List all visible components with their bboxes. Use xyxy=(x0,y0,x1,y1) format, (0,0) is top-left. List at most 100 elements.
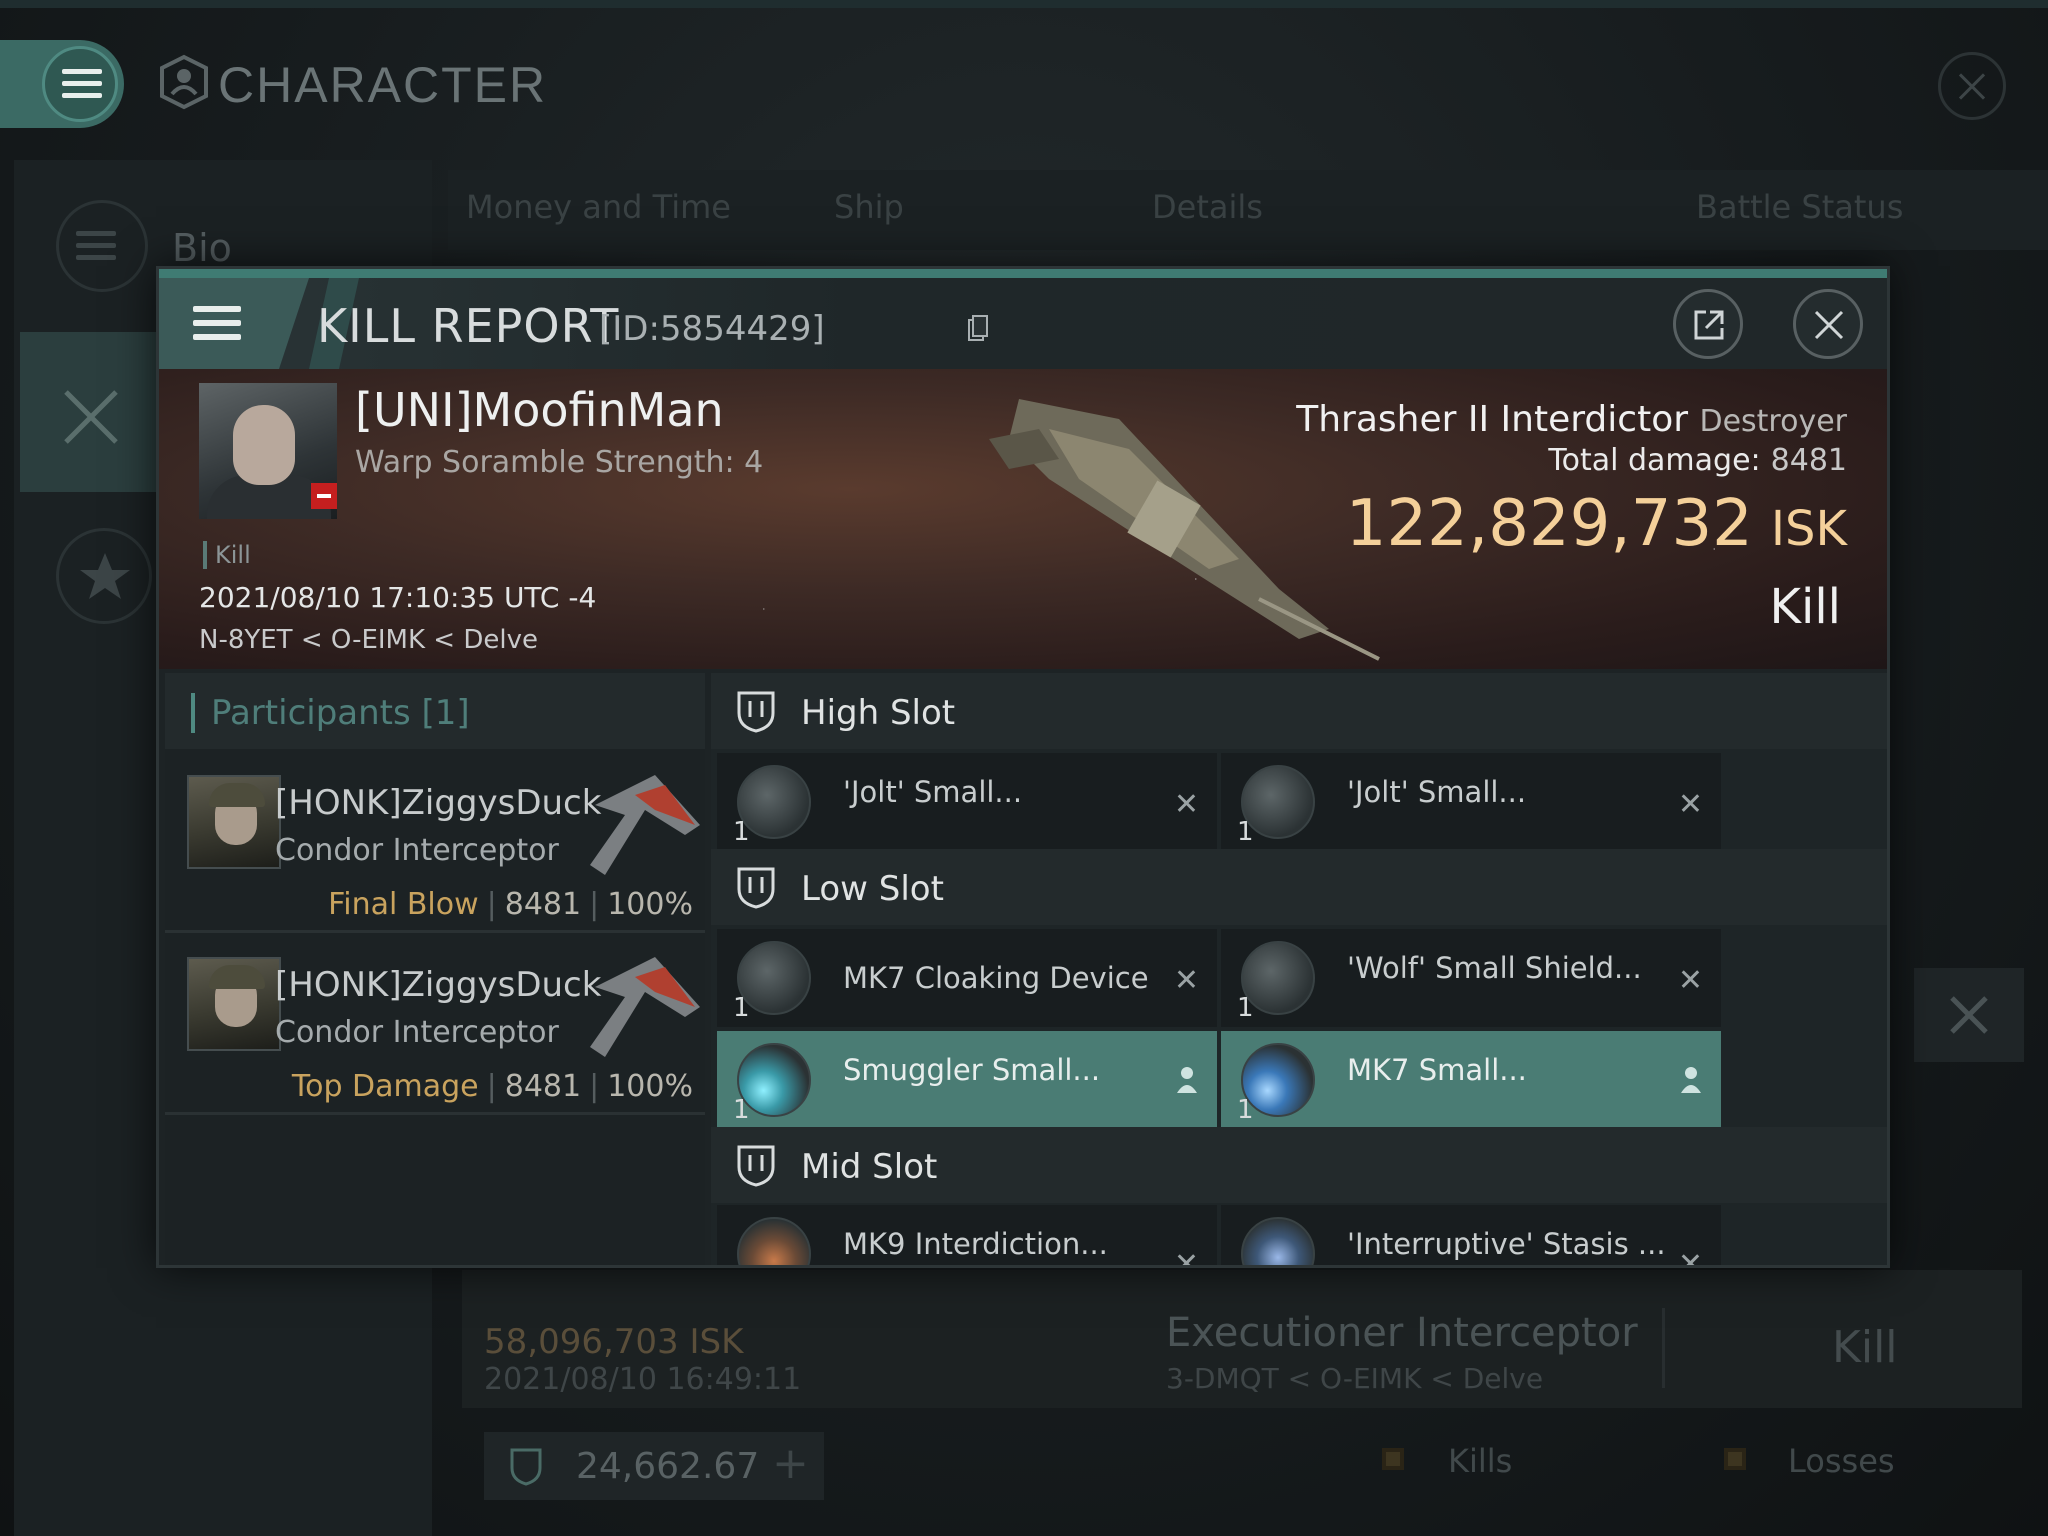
destroyed-icon: ✕ xyxy=(1173,1247,1199,1265)
shield-slot-icon xyxy=(510,1448,542,1486)
modal-menu-button[interactable] xyxy=(159,278,309,369)
top-border xyxy=(0,0,2048,8)
module-item[interactable]: 1 MK7 Cloaking Device ✕ xyxy=(717,929,1217,1027)
tab-ship[interactable]: Ship xyxy=(834,188,904,226)
total-damage: Total damage: 8481 xyxy=(1548,443,1847,478)
hamburger-icon xyxy=(193,306,241,340)
menu-circle xyxy=(42,46,118,122)
share-button[interactable] xyxy=(1673,289,1743,359)
victim-portrait[interactable] xyxy=(199,383,337,519)
kill-report-modal: KILL REPORT [ID:5854429] [UNI]MoofinMan xyxy=(156,266,1890,1268)
high-slot-icon xyxy=(737,691,775,733)
close-modal-button[interactable] xyxy=(1793,289,1863,359)
module-item-dropped[interactable]: 1 Smuggler Small... xyxy=(717,1031,1217,1129)
module-item-dropped[interactable]: 1 MK7 Small... xyxy=(1221,1031,1721,1129)
participant-ship: Condor Interceptor xyxy=(275,1015,559,1050)
close-character-button[interactable] xyxy=(1938,52,2006,120)
stats-bar: 24,662.67 + Kills Losses xyxy=(462,1420,2022,1520)
module-name: 'Jolt' Small... xyxy=(1347,775,1527,809)
stasis-icon xyxy=(1241,1217,1315,1265)
participant-row[interactable]: [HONK]ZiggysDuck Condor Interceptor Fina… xyxy=(165,753,705,933)
losses-legend[interactable]: Losses xyxy=(1788,1442,1895,1480)
participant-row[interactable]: [HONK]ZiggysDuck Condor Interceptor Top … xyxy=(165,935,705,1115)
participant-ship-image[interactable] xyxy=(585,765,705,875)
tools-icon xyxy=(1950,996,1988,1034)
isk-value: 122,829,732 ISK xyxy=(1345,487,1847,561)
add-button[interactable]: + xyxy=(772,1438,809,1489)
tab-details[interactable]: Details xyxy=(1152,188,1263,226)
kill-list-row[interactable]: 58,096,703 ISK 2021/08/10 16:49:11 Execu… xyxy=(462,1270,2022,1408)
low-slot-header: Low Slot xyxy=(711,849,1887,925)
result-label: Kill xyxy=(1769,579,1841,635)
external-link-icon xyxy=(1694,310,1724,340)
modal-header: KILL REPORT [ID:5854429] xyxy=(159,269,1887,369)
kills-legend-swatch xyxy=(1382,1448,1404,1470)
module-name: MK9 Interdiction... xyxy=(843,1227,1108,1261)
copy-icon[interactable] xyxy=(967,314,989,342)
module-qty: 1 xyxy=(733,993,750,1023)
participant-ship-image[interactable] xyxy=(585,947,705,1057)
row-result: Kill xyxy=(1832,1322,1898,1373)
tab-battle-status[interactable]: Battle Status xyxy=(1696,188,1903,226)
bio-menu-button[interactable] xyxy=(56,200,148,292)
participant-name[interactable]: [HONK]ZiggysDuck xyxy=(275,783,601,823)
participant-stats: Top Damage | 8481 | 100% xyxy=(291,1069,693,1104)
module-item[interactable]: 1 'Interruptive' Stasis ... ✕ xyxy=(1221,1205,1721,1265)
kill-location[interactable]: N-8YET < O-EIMK < Delve xyxy=(199,625,538,655)
destroyed-icon: ✕ xyxy=(1173,787,1199,822)
sidebar-item-medals[interactable] xyxy=(56,528,152,624)
close-icon xyxy=(1814,310,1844,340)
module-item[interactable]: 1 'Jolt' Small... ✕ xyxy=(1221,753,1721,851)
fitting-tools-button[interactable] xyxy=(1914,968,2024,1062)
stat-box: 24,662.67 + xyxy=(484,1432,824,1500)
module-qty: 1 xyxy=(1237,993,1254,1023)
victim-subtitle: Warp Soramble Strength: 4 xyxy=(355,445,764,480)
module-qty: 1 xyxy=(733,817,750,847)
high-slot-title: High Slot xyxy=(801,693,956,733)
minus-icon xyxy=(311,483,337,509)
row-ship: Executioner Interceptor xyxy=(1166,1310,1638,1356)
module-name: 'Jolt' Small... xyxy=(843,775,1023,809)
participant-ship: Condor Interceptor xyxy=(275,833,559,868)
module-item[interactable]: 1 'Wolf' Small Shield... ✕ xyxy=(1221,929,1721,1027)
character-icon xyxy=(160,54,208,110)
participant-stats: Final Blow | 8481 | 100% xyxy=(328,887,693,922)
dropped-person-icon xyxy=(1177,1067,1197,1093)
module-item[interactable]: 1 'Jolt' Small... ✕ xyxy=(717,753,1217,851)
module-item[interactable]: 1 MK9 Interdiction... ✕ xyxy=(717,1205,1217,1265)
module-qty: 1 xyxy=(1237,1095,1254,1125)
star-icon xyxy=(80,553,130,599)
low-slot-title: Low Slot xyxy=(801,869,944,909)
participants-title[interactable]: Participants [1] xyxy=(191,693,470,733)
sidebar-item-combat[interactable] xyxy=(20,332,160,492)
module-qty: 1 xyxy=(1237,817,1254,847)
participant-avatar[interactable] xyxy=(187,775,281,869)
module-name: Smuggler Small... xyxy=(843,1053,1101,1087)
high-slot-header: High Slot xyxy=(711,673,1887,749)
module-name: 'Interruptive' Stasis ... xyxy=(1347,1227,1666,1261)
ship-name[interactable]: Thrasher II Interdictor Destroyer xyxy=(1296,399,1847,440)
hamburger-icon xyxy=(62,69,102,99)
mid-slot-icon xyxy=(737,1145,775,1187)
module-name: MK7 Cloaking Device xyxy=(843,961,1149,995)
row-date: 2021/08/10 16:49:11 xyxy=(484,1362,802,1397)
victim-name[interactable]: [UNI]MoofinMan xyxy=(355,383,724,437)
victim-banner: [UNI]MoofinMan Warp Soramble Strength: 4… xyxy=(159,369,1887,669)
kill-time: 2021/08/10 17:10:35 UTC -4 xyxy=(199,581,597,614)
report-id: [ID:5854429] xyxy=(599,309,825,349)
sidebar-item-bio[interactable]: Bio xyxy=(172,226,232,270)
participants-header: Participants [1] xyxy=(165,673,705,749)
page-title: CHARACTER xyxy=(218,57,548,113)
modal-title: KILL REPORT xyxy=(317,299,620,353)
low-slot-icon xyxy=(737,867,775,909)
main-menu-button[interactable] xyxy=(0,40,124,128)
module-qty: 1 xyxy=(733,1095,750,1125)
participant-avatar[interactable] xyxy=(187,957,281,1051)
interdiction-icon xyxy=(737,1217,811,1265)
kills-legend[interactable]: Kills xyxy=(1448,1442,1512,1480)
fitting-slots: High Slot 1 'Jolt' Small... ✕ 1 'Jolt' S… xyxy=(711,673,1887,1265)
participant-name[interactable]: [HONK]ZiggysDuck xyxy=(275,965,601,1005)
destroyed-icon: ✕ xyxy=(1677,1247,1703,1265)
tab-money-and-time[interactable]: Money and Time xyxy=(466,188,731,226)
row-location: 3-DMQT < O-EIMK < Delve xyxy=(1166,1362,1544,1395)
